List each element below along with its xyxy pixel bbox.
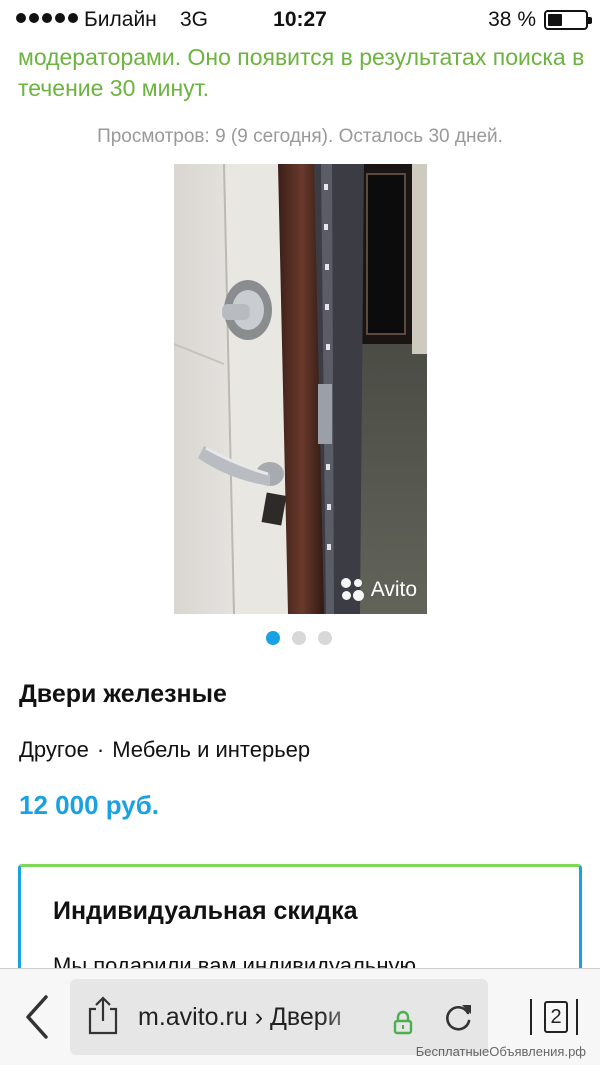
discount-title: Индивидуальная скидка — [53, 897, 358, 925]
pager-dot-active[interactable] — [266, 631, 280, 645]
subcategory-link[interactable]: Мебель и интерьер — [112, 737, 310, 763]
share-icon[interactable] — [86, 995, 120, 1037]
moderation-notice: модераторами. Оно появится в результатах… — [18, 44, 585, 101]
site-watermark: БесплатныеОбъявления.рф — [415, 1044, 586, 1059]
status-bar: Билайн 3G 10:27 38 % — [0, 0, 600, 40]
view-stats: Просмотров: 9 (9 сегодня). Осталось 30 д… — [97, 126, 503, 147]
listing-title: Двери железные — [19, 680, 227, 708]
category-separator: · — [96, 737, 105, 762]
avito-watermark: Avito — [340, 578, 417, 602]
door-photo — [174, 164, 427, 614]
listing-photo[interactable]: Avito — [174, 164, 427, 614]
tabs-divider-right — [576, 999, 578, 1035]
battery-percent: 38 % — [488, 8, 536, 31]
tabs-button[interactable]: 2 — [530, 995, 582, 1039]
back-icon[interactable] — [18, 989, 58, 1045]
avito-logo-icon — [340, 578, 365, 602]
avito-watermark-text: Avito — [370, 578, 417, 601]
lock-icon — [393, 1010, 413, 1035]
tabs-divider-left — [530, 999, 532, 1035]
listing-category: Другое · Мебель и интерьер — [19, 737, 310, 763]
pager-dot[interactable] — [292, 631, 306, 645]
tabs-count: 2 — [544, 1001, 568, 1033]
pager-dot[interactable] — [318, 631, 332, 645]
battery-icon — [544, 10, 592, 30]
url-fade — [320, 997, 374, 1037]
gallery-pager — [266, 631, 332, 645]
listing-price: 12 000 руб. — [19, 790, 160, 820]
category-link[interactable]: Другое — [19, 737, 89, 763]
reload-icon[interactable] — [442, 1001, 474, 1035]
